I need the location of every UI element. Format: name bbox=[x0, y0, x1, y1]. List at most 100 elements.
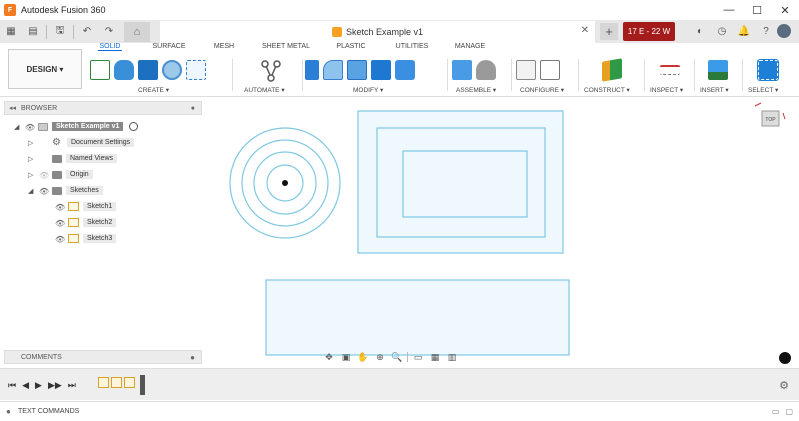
joint-icon[interactable] bbox=[476, 60, 496, 80]
extrude-icon[interactable] bbox=[114, 60, 134, 80]
redo-icon[interactable]: ↷ bbox=[98, 22, 120, 42]
text-commands-toggle-icon[interactable]: ● bbox=[6, 407, 11, 416]
help-icon[interactable]: ? bbox=[755, 22, 777, 41]
browser-item-document-settings[interactable]: ▷ 👁 ⚙ Document Settings bbox=[28, 136, 135, 149]
timeline-end-button[interactable]: ⏭ bbox=[68, 380, 76, 391]
collapse-browser-icon[interactable]: ◂◂ bbox=[9, 104, 16, 112]
browser-item-named-views[interactable]: ▷ 👁 Named Views bbox=[28, 152, 118, 165]
measure-icon[interactable] bbox=[660, 65, 680, 75]
tab-solid[interactable]: SOLID bbox=[98, 43, 122, 51]
design-canvas[interactable] bbox=[205, 97, 799, 368]
browser-item-sketches[interactable]: ◢ 👁 Sketches bbox=[28, 184, 103, 197]
timeline-step-forward-button[interactable]: ▶▶ bbox=[48, 380, 62, 391]
timeline-feature-sketch3[interactable] bbox=[124, 377, 135, 388]
display-settings-icon[interactable]: ▭ bbox=[411, 351, 425, 363]
tab-utilities[interactable]: UTILITIES bbox=[395, 43, 429, 50]
tab-plastic[interactable]: PLASTIC bbox=[336, 43, 366, 50]
timeline-marker[interactable] bbox=[140, 375, 145, 395]
automate-icon[interactable] bbox=[260, 60, 281, 82]
sketch-rect-bottom[interactable] bbox=[265, 279, 570, 356]
expand-triangle-icon[interactable]: ▷ bbox=[28, 139, 36, 147]
insert-group-label[interactable]: INSERT ▾ bbox=[700, 86, 729, 94]
data-panel-grid-icon[interactable]: ▦ bbox=[0, 22, 22, 42]
hole-icon[interactable] bbox=[162, 60, 182, 80]
construct-group-label[interactable]: CONSTRUCT ▾ bbox=[584, 86, 630, 94]
browser-item-sketch1[interactable]: 👁 Sketch1 bbox=[52, 200, 117, 213]
minimize-button[interactable]: — bbox=[715, 0, 743, 20]
browser-item-sketch2[interactable]: 👁 Sketch2 bbox=[52, 216, 117, 229]
workspace-switcher-button[interactable]: DESIGN ▾ bbox=[8, 49, 82, 89]
automate-group-label[interactable]: AUTOMATE ▾ bbox=[244, 86, 285, 94]
zoom-icon[interactable]: ⊕ bbox=[373, 351, 387, 363]
configuration-table-icon[interactable] bbox=[540, 60, 560, 80]
offset-plane-icon[interactable] bbox=[602, 58, 622, 82]
sketch-rect-inner[interactable] bbox=[402, 150, 528, 218]
look-at-icon[interactable]: ▣ bbox=[339, 351, 353, 363]
tab-manage[interactable]: MANAGE bbox=[453, 43, 487, 50]
create-group-label[interactable]: CREATE ▾ bbox=[138, 86, 169, 94]
visibility-eye-icon[interactable]: 👁 bbox=[55, 203, 65, 212]
sketch-geometry[interactable] bbox=[205, 97, 799, 368]
browser-root-item[interactable]: ◢ 👁 Sketch Example v1 bbox=[14, 120, 139, 133]
grid-settings-icon[interactable]: ▦ bbox=[428, 351, 442, 363]
viewports-icon[interactable]: ▥ bbox=[445, 351, 459, 363]
tab-surface[interactable]: SURFACE bbox=[152, 43, 186, 50]
clock-icon[interactable]: ◷ bbox=[711, 22, 733, 41]
hidden-eye-icon[interactable]: 👁 bbox=[39, 171, 49, 180]
box-icon[interactable] bbox=[138, 60, 158, 80]
window-icon[interactable]: ▭ bbox=[772, 407, 780, 416]
comments-panel-header[interactable]: COMMENTS ● bbox=[4, 350, 202, 364]
save-icon[interactable]: 🖫 bbox=[49, 22, 71, 42]
tab-mesh[interactable]: MESH bbox=[212, 43, 236, 50]
timeline-play-button[interactable]: ▶ bbox=[35, 380, 42, 391]
timeline-feature-sketch1[interactable] bbox=[98, 377, 109, 388]
configure-group-label[interactable]: CONFIGURE ▾ bbox=[520, 86, 564, 94]
maximize-button[interactable]: ☐ bbox=[743, 0, 771, 20]
file-menu-icon[interactable]: ▤ bbox=[22, 22, 44, 42]
visibility-eye-icon[interactable]: 👁 bbox=[55, 219, 65, 228]
new-tab-button[interactable]: + bbox=[600, 23, 618, 40]
home-icon[interactable]: ⌂ bbox=[124, 21, 150, 42]
fillet-icon[interactable] bbox=[323, 60, 343, 80]
create-sketch-icon[interactable] bbox=[90, 60, 110, 80]
add-comment-icon[interactable]: ● bbox=[190, 353, 195, 362]
viewcube[interactable]: TOP bbox=[753, 101, 787, 135]
timeline-feature-sketch2[interactable] bbox=[111, 377, 122, 388]
text-commands-bar[interactable]: ● TEXT COMMANDS ▭ ▢ bbox=[0, 401, 799, 421]
extensions-icon[interactable]: ◐ bbox=[689, 22, 711, 41]
visibility-eye-icon[interactable]: 👁 bbox=[39, 187, 49, 196]
pattern-icon[interactable] bbox=[186, 60, 206, 80]
user-avatar[interactable] bbox=[777, 24, 791, 38]
design-history-icon[interactable] bbox=[779, 352, 791, 364]
timeline-step-back-button[interactable]: ◀ bbox=[22, 380, 29, 391]
new-component-icon[interactable] bbox=[452, 60, 472, 80]
timeline-settings-gear-icon[interactable]: ⚙ bbox=[779, 379, 789, 392]
browser-panel-header[interactable]: ◂◂ BROWSER ● bbox=[4, 101, 202, 115]
select-cursor-icon[interactable] bbox=[757, 59, 779, 81]
visibility-eye-icon[interactable]: 👁 bbox=[25, 123, 35, 132]
expand-triangle-icon[interactable]: ▷ bbox=[28, 155, 36, 163]
notifications-icon[interactable]: 🔔 bbox=[733, 22, 755, 41]
close-window-button[interactable]: ✕ bbox=[771, 0, 799, 20]
chamfer-icon[interactable] bbox=[347, 60, 367, 80]
timeline-start-button[interactable]: ⏮ bbox=[8, 380, 16, 391]
job-status-badge[interactable]: 17 E - 22 W bbox=[623, 22, 675, 41]
modify-group-label[interactable]: MODIFY ▾ bbox=[353, 86, 383, 94]
select-group-label[interactable]: SELECT ▾ bbox=[748, 86, 778, 94]
browser-item-sketch3[interactable]: 👁 Sketch3 bbox=[52, 232, 117, 245]
fit-icon[interactable]: 🔍 bbox=[390, 351, 404, 363]
visibility-eye-icon[interactable]: 👁 bbox=[55, 235, 65, 244]
document-tab[interactable]: Sketch Example v1 ✕ bbox=[160, 21, 595, 43]
activate-radio-icon[interactable] bbox=[129, 122, 139, 131]
assemble-group-label[interactable]: ASSEMBLE ▾ bbox=[456, 86, 496, 94]
shell-icon[interactable] bbox=[371, 60, 391, 80]
expand-triangle-icon[interactable]: ◢ bbox=[14, 123, 22, 131]
undo-icon[interactable]: ↶ bbox=[76, 22, 98, 42]
pin-browser-icon[interactable]: ● bbox=[191, 105, 195, 112]
expand-icon[interactable]: ▢ bbox=[785, 407, 793, 416]
insert-image-icon[interactable] bbox=[708, 60, 728, 80]
expand-triangle-icon[interactable]: ▷ bbox=[28, 171, 36, 179]
close-tab-icon[interactable]: ✕ bbox=[581, 25, 589, 36]
pan-hand-icon[interactable]: ✋ bbox=[356, 351, 370, 363]
combine-icon[interactable] bbox=[395, 60, 415, 80]
